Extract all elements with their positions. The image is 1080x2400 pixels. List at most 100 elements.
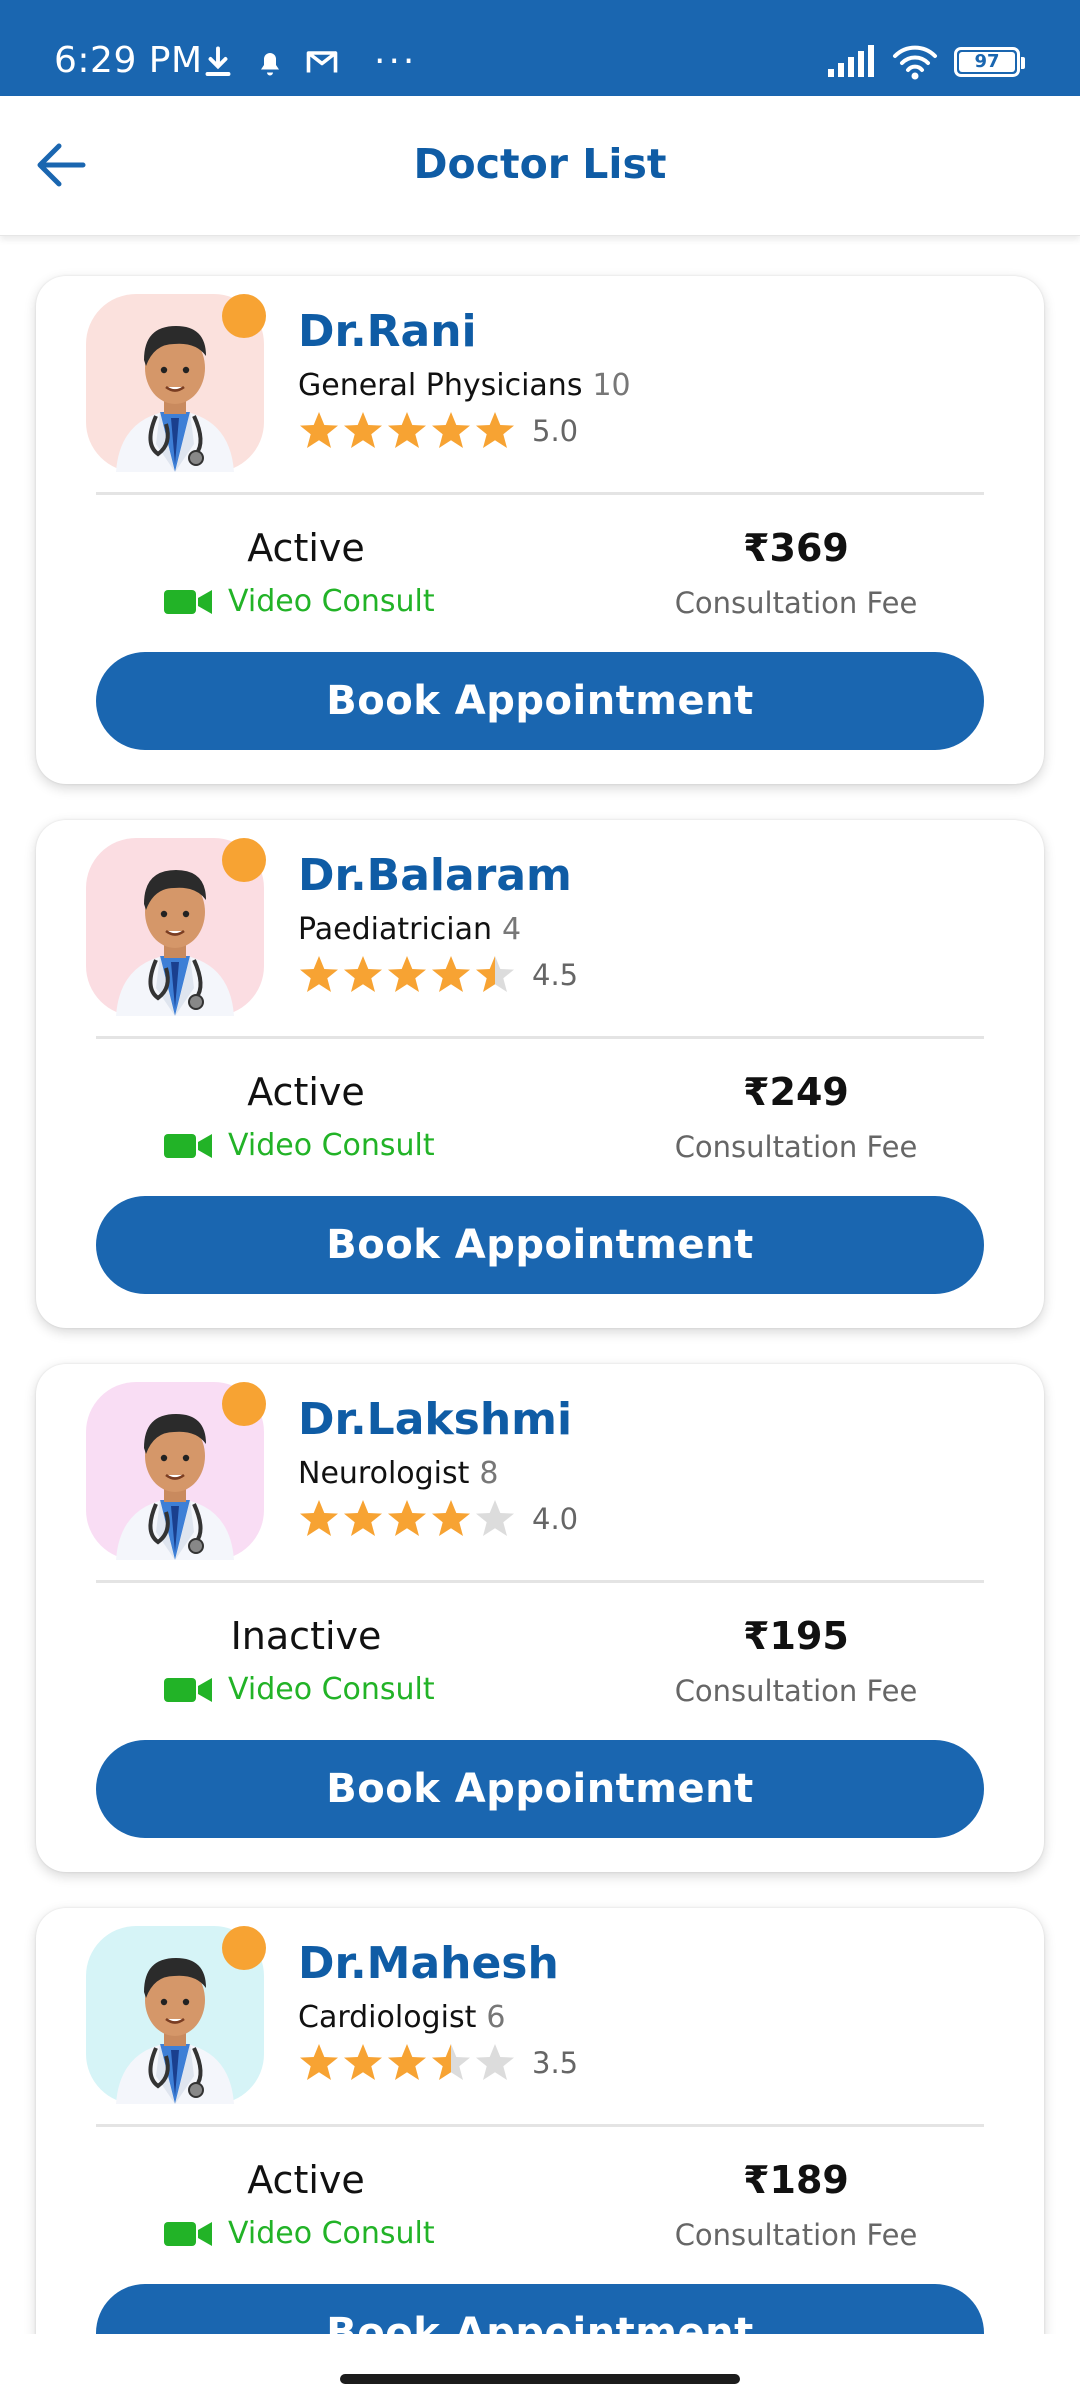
specialty-row: General Physicians 10 <box>298 368 631 403</box>
divider <box>96 1036 984 1039</box>
divider <box>96 2124 984 2127</box>
star-icon <box>300 412 338 448</box>
consultation-fee: ₹189 <box>743 2158 849 2202</box>
doctor-card[interactable]: Dr.Rani General Physicians 10 5.0 Active … <box>36 276 1044 784</box>
availability-status: Active <box>247 2158 365 2202</box>
star-icon <box>388 1500 426 1536</box>
doctor-experience: 4 <box>502 912 522 947</box>
rating-stars <box>298 2042 518 2084</box>
doctor-specialty: Cardiologist <box>298 2000 477 2035</box>
consult-type-label: Video Consult <box>228 2216 435 2251</box>
doctor-specialty: General Physicians <box>298 368 583 403</box>
doctor-experience: 8 <box>479 1456 499 1491</box>
online-status-dot <box>222 838 266 882</box>
star-icon <box>300 1500 338 1536</box>
availability-status: Active <box>247 1070 365 1114</box>
consult-type: Video Consult <box>164 584 435 619</box>
star-icon <box>344 1500 382 1536</box>
consult-type: Video Consult <box>164 2216 435 2251</box>
doctor-list[interactable]: Dr.Rani General Physicians 10 5.0 Active … <box>0 236 1080 2334</box>
star-icon <box>388 2044 426 2080</box>
specialty-row: Paediatrician 4 <box>298 912 521 947</box>
doctor-name[interactable]: Dr.Rani <box>298 306 477 357</box>
more-dots-icon: ··· <box>374 41 418 82</box>
video-camera-icon <box>164 2221 212 2246</box>
gesture-handle[interactable] <box>340 2374 740 2384</box>
availability-status: Active <box>247 526 365 570</box>
rating-row: 4.0 <box>298 1498 578 1540</box>
star-icon <box>432 2044 470 2080</box>
consult-type-label: Video Consult <box>228 1128 435 1163</box>
doctor-card[interactable]: Dr.Balaram Paediatrician 4 4.5 Active Vid… <box>36 820 1044 1328</box>
video-camera-icon <box>164 589 212 614</box>
doctor-specialty: Neurologist <box>298 1456 470 1491</box>
book-appointment-button[interactable]: Book Appointment <box>96 1740 984 1838</box>
star-icon <box>300 2044 338 2080</box>
star-icon <box>344 412 382 448</box>
consultation-fee-label: Consultation Fee <box>674 586 918 620</box>
divider <box>96 492 984 495</box>
navigation-area <box>0 2334 1080 2400</box>
doctor-name[interactable]: Dr.Balaram <box>298 850 572 901</box>
rating-value: 3.5 <box>532 2046 579 2080</box>
rating-stars <box>298 954 518 996</box>
specialty-row: Neurologist 8 <box>298 1456 499 1491</box>
book-appointment-button[interactable]: Book Appointment <box>96 2284 984 2334</box>
download-icon <box>205 46 231 76</box>
consultation-fee-label: Consultation Fee <box>674 2218 918 2252</box>
doctor-name[interactable]: Dr.Mahesh <box>298 1938 559 1989</box>
wifi-icon <box>893 45 937 80</box>
doctor-card[interactable]: Dr.Lakshmi Neurologist 8 4.0 Inactive Vid… <box>36 1364 1044 1872</box>
video-camera-icon <box>164 1133 212 1158</box>
book-appointment-button[interactable]: Book Appointment <box>96 1196 984 1294</box>
star-icon <box>476 956 514 992</box>
rating-stars <box>298 410 518 452</box>
online-status-dot <box>222 294 266 338</box>
status-bar: 6:29 PM ··· 97 <box>0 0 1080 96</box>
star-icon <box>300 956 338 992</box>
doctor-card[interactable]: Dr.Mahesh Cardiologist 6 3.5 Active Video… <box>36 1908 1044 2334</box>
consultation-fee: ₹195 <box>743 1614 849 1658</box>
consultation-fee: ₹369 <box>743 526 849 570</box>
gmail-icon <box>306 51 338 73</box>
star-icon <box>388 412 426 448</box>
online-status-dot <box>222 1382 266 1426</box>
doctor-name[interactable]: Dr.Lakshmi <box>298 1394 572 1445</box>
star-icon <box>476 2044 514 2080</box>
signal-icon <box>828 45 874 77</box>
status-notification-icons: ··· <box>200 44 417 80</box>
rating-value: 4.5 <box>532 958 579 992</box>
online-status-dot <box>222 1926 266 1970</box>
availability-status: Inactive <box>230 1614 382 1658</box>
status-time: 6:29 PM <box>54 40 203 81</box>
consultation-fee-label: Consultation Fee <box>674 1674 918 1708</box>
rating-value: 5.0 <box>532 414 579 448</box>
star-icon <box>388 956 426 992</box>
consult-type-label: Video Consult <box>228 1672 435 1707</box>
specialty-row: Cardiologist 6 <box>298 2000 505 2035</box>
battery-icon: 97 <box>954 47 1025 77</box>
rating-row: 5.0 <box>298 410 578 452</box>
consult-type: Video Consult <box>164 1128 435 1163</box>
divider <box>96 1580 984 1583</box>
doctor-experience: 6 <box>486 2000 506 2035</box>
rating-stars <box>298 1498 518 1540</box>
book-appointment-button[interactable]: Book Appointment <box>96 652 984 750</box>
star-icon <box>432 1500 470 1536</box>
rating-row: 4.5 <box>298 954 578 996</box>
doctor-experience: 10 <box>592 368 631 403</box>
star-icon <box>344 956 382 992</box>
consult-type: Video Consult <box>164 1672 435 1707</box>
star-icon <box>344 2044 382 2080</box>
video-camera-icon <box>164 1677 212 1702</box>
page-title: Doctor List <box>413 140 667 188</box>
star-icon <box>476 412 514 448</box>
notification-bell-icon <box>261 53 279 76</box>
status-system-icons: 97 <box>826 44 1025 80</box>
rating-value: 4.0 <box>532 1502 579 1536</box>
star-icon <box>432 412 470 448</box>
app-bar: Doctor List <box>0 96 1080 236</box>
rating-row: 3.5 <box>298 2042 578 2084</box>
consultation-fee: ₹249 <box>743 1070 849 1114</box>
consult-type-label: Video Consult <box>228 584 435 619</box>
